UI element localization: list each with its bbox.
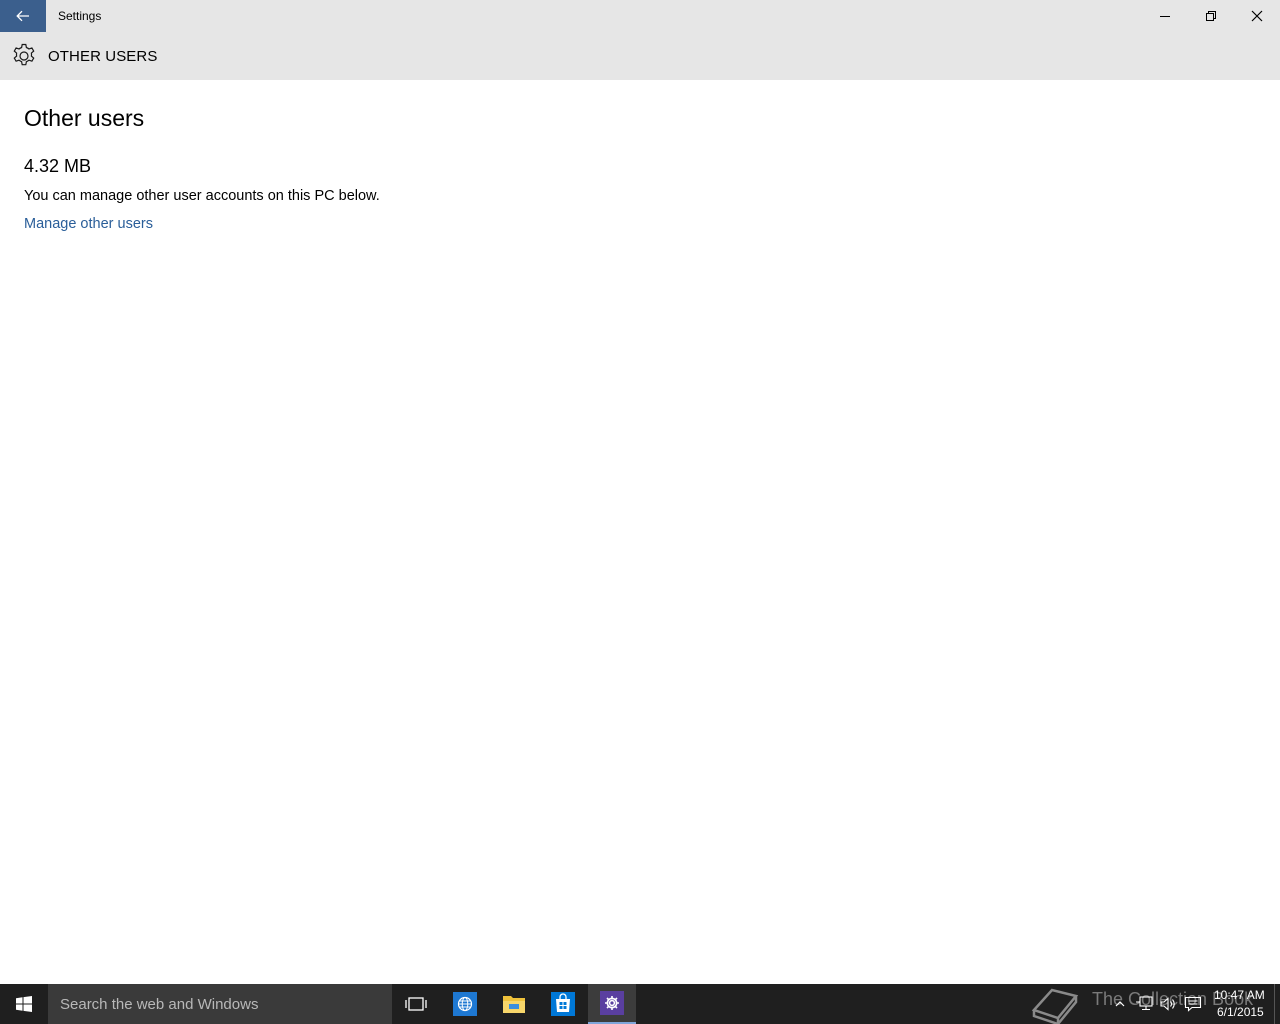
book-watermark-icon — [1031, 988, 1079, 1024]
search-box[interactable]: Search the web and Windows — [48, 984, 392, 1024]
task-view-icon — [405, 997, 427, 1011]
network-icon — [1136, 996, 1153, 1011]
gear-icon — [13, 43, 35, 66]
taskbar-app-store[interactable] — [539, 984, 587, 1024]
tray-network-button[interactable] — [1134, 994, 1154, 1014]
task-view-button[interactable] — [392, 984, 440, 1024]
chevron-up-icon — [1115, 1001, 1125, 1007]
speaker-icon — [1160, 997, 1175, 1011]
size-value: 4.32 MB — [24, 156, 92, 176]
title-bar: Settings — [0, 0, 1280, 32]
taskbar: Search the web and Windows The Collectio… — [0, 984, 1280, 1024]
close-icon — [1251, 10, 1263, 22]
globe-icon — [453, 992, 477, 1016]
back-button[interactable] — [0, 0, 46, 32]
tray-volume-button[interactable] — [1158, 994, 1178, 1014]
taskbar-app-settings[interactable] — [588, 984, 636, 1024]
tray-action-center-button[interactable] — [1183, 994, 1203, 1014]
manage-other-users-link[interactable]: Manage other users — [24, 216, 153, 232]
notification-icon — [1184, 996, 1202, 1012]
restore-icon — [1206, 11, 1216, 21]
settings-header: OTHER USERS — [0, 32, 1280, 80]
window-title: Settings — [58, 9, 102, 23]
folder-icon — [503, 996, 525, 1013]
header-title: OTHER USERS — [48, 48, 158, 65]
restore-button[interactable] — [1188, 0, 1234, 32]
taskbar-app-file-explorer[interactable] — [490, 984, 538, 1024]
tray-overflow-button[interactable] — [1110, 994, 1130, 1014]
show-desktop-button[interactable] — [1274, 984, 1280, 1024]
store-icon — [551, 992, 575, 1016]
page-title: Other users — [24, 105, 145, 131]
clock-time[interactable]: 10:47 AM — [1214, 988, 1265, 1002]
taskbar-app-edge[interactable] — [441, 984, 489, 1024]
close-button[interactable] — [1234, 0, 1280, 32]
minimize-button[interactable] — [1142, 0, 1188, 32]
windows-logo-icon — [16, 996, 32, 1012]
description-text: You can manage other user accounts on th… — [24, 188, 380, 204]
start-button[interactable] — [0, 984, 48, 1024]
clock-date[interactable]: 6/1/2015 — [1217, 1005, 1264, 1019]
search-placeholder: Search the web and Windows — [60, 996, 259, 1013]
gear-icon — [600, 991, 624, 1015]
minimize-icon — [1160, 16, 1170, 17]
arrow-left-icon — [16, 10, 29, 22]
